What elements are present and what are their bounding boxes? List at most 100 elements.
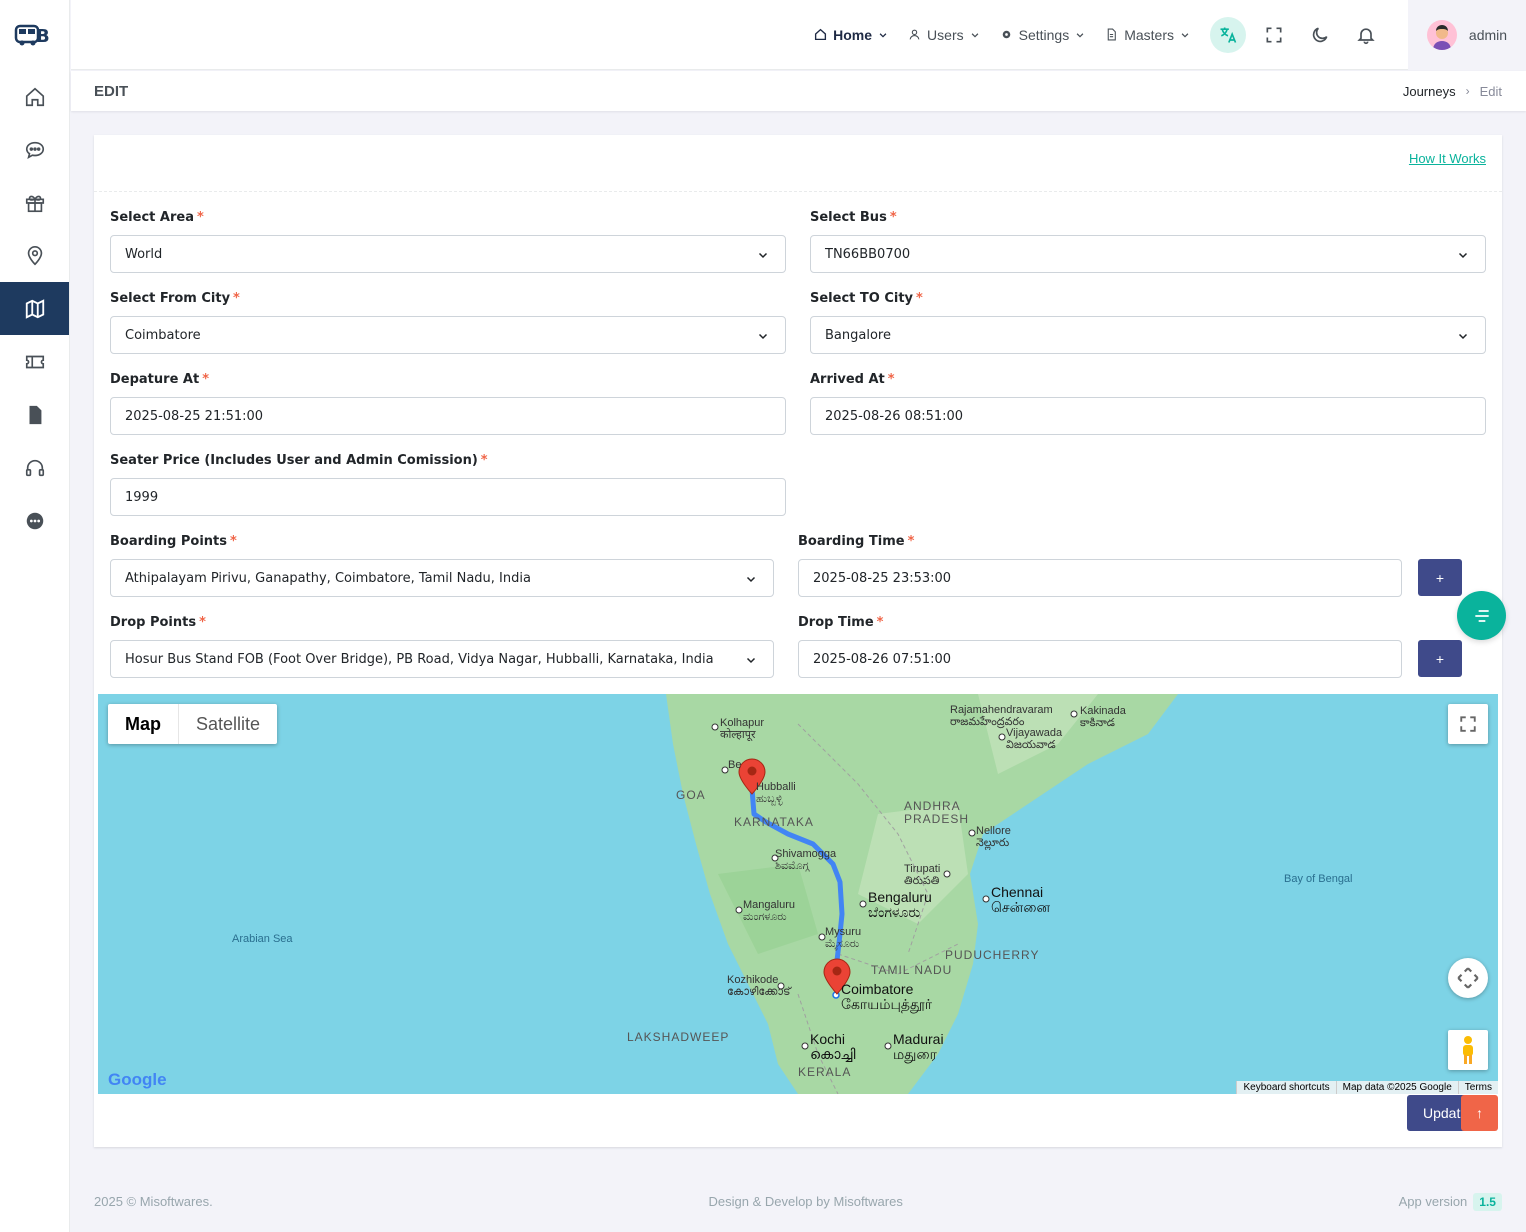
arrival-label-text: Arrived At [810, 372, 885, 387]
drop-time-input[interactable]: 2025-08-26 07:51:00 [798, 640, 1402, 678]
street-view-pegman[interactable] [1448, 1030, 1488, 1070]
drop-point-label: Drop Points * [110, 615, 206, 630]
fullscreen-button[interactable] [1256, 17, 1292, 53]
price-label-text: Seater Price (Includes User and Admin Co… [110, 453, 478, 468]
boarding-point-select[interactable]: Athipalayam Pirivu, Ganapathy, Coimbator… [110, 559, 774, 597]
required-mark: * [916, 291, 923, 306]
price-value: 1999 [125, 489, 159, 505]
from-city-select[interactable]: Coimbatore [110, 316, 786, 354]
required-mark: * [233, 291, 240, 306]
boarding-point-label-text: Boarding Points [110, 534, 227, 549]
add-boarding-point-button[interactable]: + [1418, 559, 1462, 596]
route-map[interactable]: Kolhapur कोल्हापूर Rajamahendravaram రాజమహ… [98, 694, 1498, 1094]
breadcrumb-journeys[interactable]: Journeys [1403, 84, 1456, 99]
sidebar-item-chat[interactable] [0, 123, 69, 176]
sidebar-item-tickets[interactable] [0, 335, 69, 388]
arrival-input[interactable]: 2025-08-26 08:51:00 [810, 397, 1486, 435]
sidebar: B [0, 0, 70, 1232]
map-label-chennai: Chennai சென்னை [991, 884, 1051, 916]
map-label-text: Chennai [991, 884, 1044, 900]
map-type-map-button[interactable]: Map [108, 704, 179, 744]
dark-mode-toggle[interactable] [1302, 17, 1338, 53]
map-label-nellore: Nellore నెల్లూరు [976, 825, 1011, 849]
drop-point-value: Hosur Bus Stand FOB (Foot Over Bridge), … [125, 651, 714, 667]
drop-point-select[interactable]: Hosur Bus Stand FOB (Foot Over Bridge), … [110, 640, 774, 678]
keyboard-shortcuts-link[interactable]: Keyboard shortcuts [1236, 1081, 1335, 1094]
sidebar-item-more[interactable] [0, 494, 69, 547]
map-label-mangaluru: Mangaluru ಮಂಗಳೂರು [743, 899, 795, 923]
breadcrumb: Journeys › Edit [1403, 84, 1502, 99]
required-mark: * [889, 210, 897, 225]
map-fullscreen-button[interactable] [1448, 704, 1488, 744]
home-icon [815, 28, 827, 41]
document-icon [1107, 28, 1117, 41]
sidebar-item-journeys[interactable] [0, 282, 69, 335]
map-label-text: Bengaluru [868, 889, 932, 905]
bus-label: Select Bus * [810, 210, 897, 225]
required-mark: * [230, 534, 237, 549]
chevron-down-icon [971, 32, 978, 38]
map-data-text: Map data ©2025 Google [1335, 1081, 1458, 1094]
nav-users-label: Users [927, 26, 964, 43]
map-label-text: కాకినాడ [1080, 717, 1115, 730]
app-logo[interactable]: B [0, 0, 69, 70]
map-label-vijayawada: Vijayawada విజయవాడ [1006, 727, 1062, 751]
map-label-text: சென்னை [991, 899, 1051, 916]
page-footer: 2025 © Misoftwares. Design & Develop by … [71, 1171, 1526, 1232]
nav-masters[interactable]: Masters [1105, 27, 1190, 43]
sidebar-item-home[interactable] [0, 70, 69, 123]
notifications-button[interactable] [1348, 17, 1384, 53]
map-label-text: Nellore [976, 825, 1011, 837]
page-title: EDIT [94, 82, 129, 100]
map-type-satellite-button[interactable]: Satellite [179, 704, 277, 744]
map-label-kakinada: Kakinada కాకినాడ [1080, 705, 1126, 729]
map-label-bay-of-bengal: Bay of Bengal [1284, 873, 1353, 885]
to-city-select[interactable]: Bangalore [810, 316, 1486, 354]
chevron-down-icon [879, 32, 887, 38]
nav-users[interactable]: Users [908, 27, 980, 43]
how-it-works-link[interactable]: How It Works [1409, 151, 1486, 166]
sidebar-item-documents[interactable] [0, 388, 69, 441]
map-label-text: Mangaluru [743, 899, 795, 911]
map-label-andhra: ANDHRA PRADESH [904, 799, 969, 826]
boarding-time-value: 2025-08-25 23:53:00 [813, 570, 952, 586]
chevron-down-icon [746, 576, 756, 583]
user-icon [909, 29, 920, 40]
nav-settings[interactable]: Settings [1000, 27, 1086, 43]
app-version-label: App version [1398, 1194, 1468, 1209]
fullscreen-icon [1266, 27, 1282, 42]
nav-home[interactable]: Home [814, 27, 888, 43]
map-label-text: Kolhapur [720, 717, 765, 729]
translate-button[interactable] [1210, 16, 1246, 53]
map-label-text: Hubballi [756, 781, 796, 793]
map-label-bengaluru: Bengaluru ಬೆಂಗಳೂರು [868, 889, 932, 921]
sidebar-item-support[interactable] [0, 441, 69, 494]
map-label-tamil-nadu: TAMIL NADU [871, 963, 953, 977]
add-drop-point-button[interactable]: + [1418, 640, 1462, 677]
area-label-text: Select Area [110, 210, 194, 225]
fullscreen-icon [1460, 716, 1476, 732]
sidebar-item-locations[interactable] [0, 229, 69, 282]
boarding-time-input[interactable]: 2025-08-25 23:53:00 [798, 559, 1402, 597]
google-logo: Google [108, 1070, 167, 1090]
departure-input[interactable]: 2025-08-25 21:51:00 [110, 397, 786, 435]
map-label-text: ANDHRA [904, 799, 961, 813]
map-camera-control[interactable] [1448, 958, 1488, 998]
required-mark: * [196, 210, 204, 225]
departure-label-text: Depature At [110, 372, 200, 387]
user-menu[interactable]: admin [1408, 0, 1526, 70]
area-value: World [125, 246, 163, 262]
scroll-to-top-button[interactable]: ↑ [1461, 1095, 1498, 1131]
breadcrumb-current: Edit [1479, 83, 1502, 99]
bus-select[interactable]: TN66BB0700 [810, 235, 1486, 273]
customizer-fab-button[interactable] [1457, 591, 1506, 640]
arrival-label: Arrived At * [810, 372, 895, 387]
sidebar-item-gifts[interactable] [0, 176, 69, 229]
avatar-image-icon [1426, 19, 1457, 50]
price-input[interactable]: 1999 [110, 478, 786, 516]
area-select[interactable]: World [110, 235, 786, 273]
nav-home-label: Home [833, 26, 873, 43]
drop-point-label-text: Drop Points [110, 615, 197, 630]
map-terms-link[interactable]: Terms [1457, 1081, 1498, 1094]
moon-icon [1312, 27, 1328, 42]
